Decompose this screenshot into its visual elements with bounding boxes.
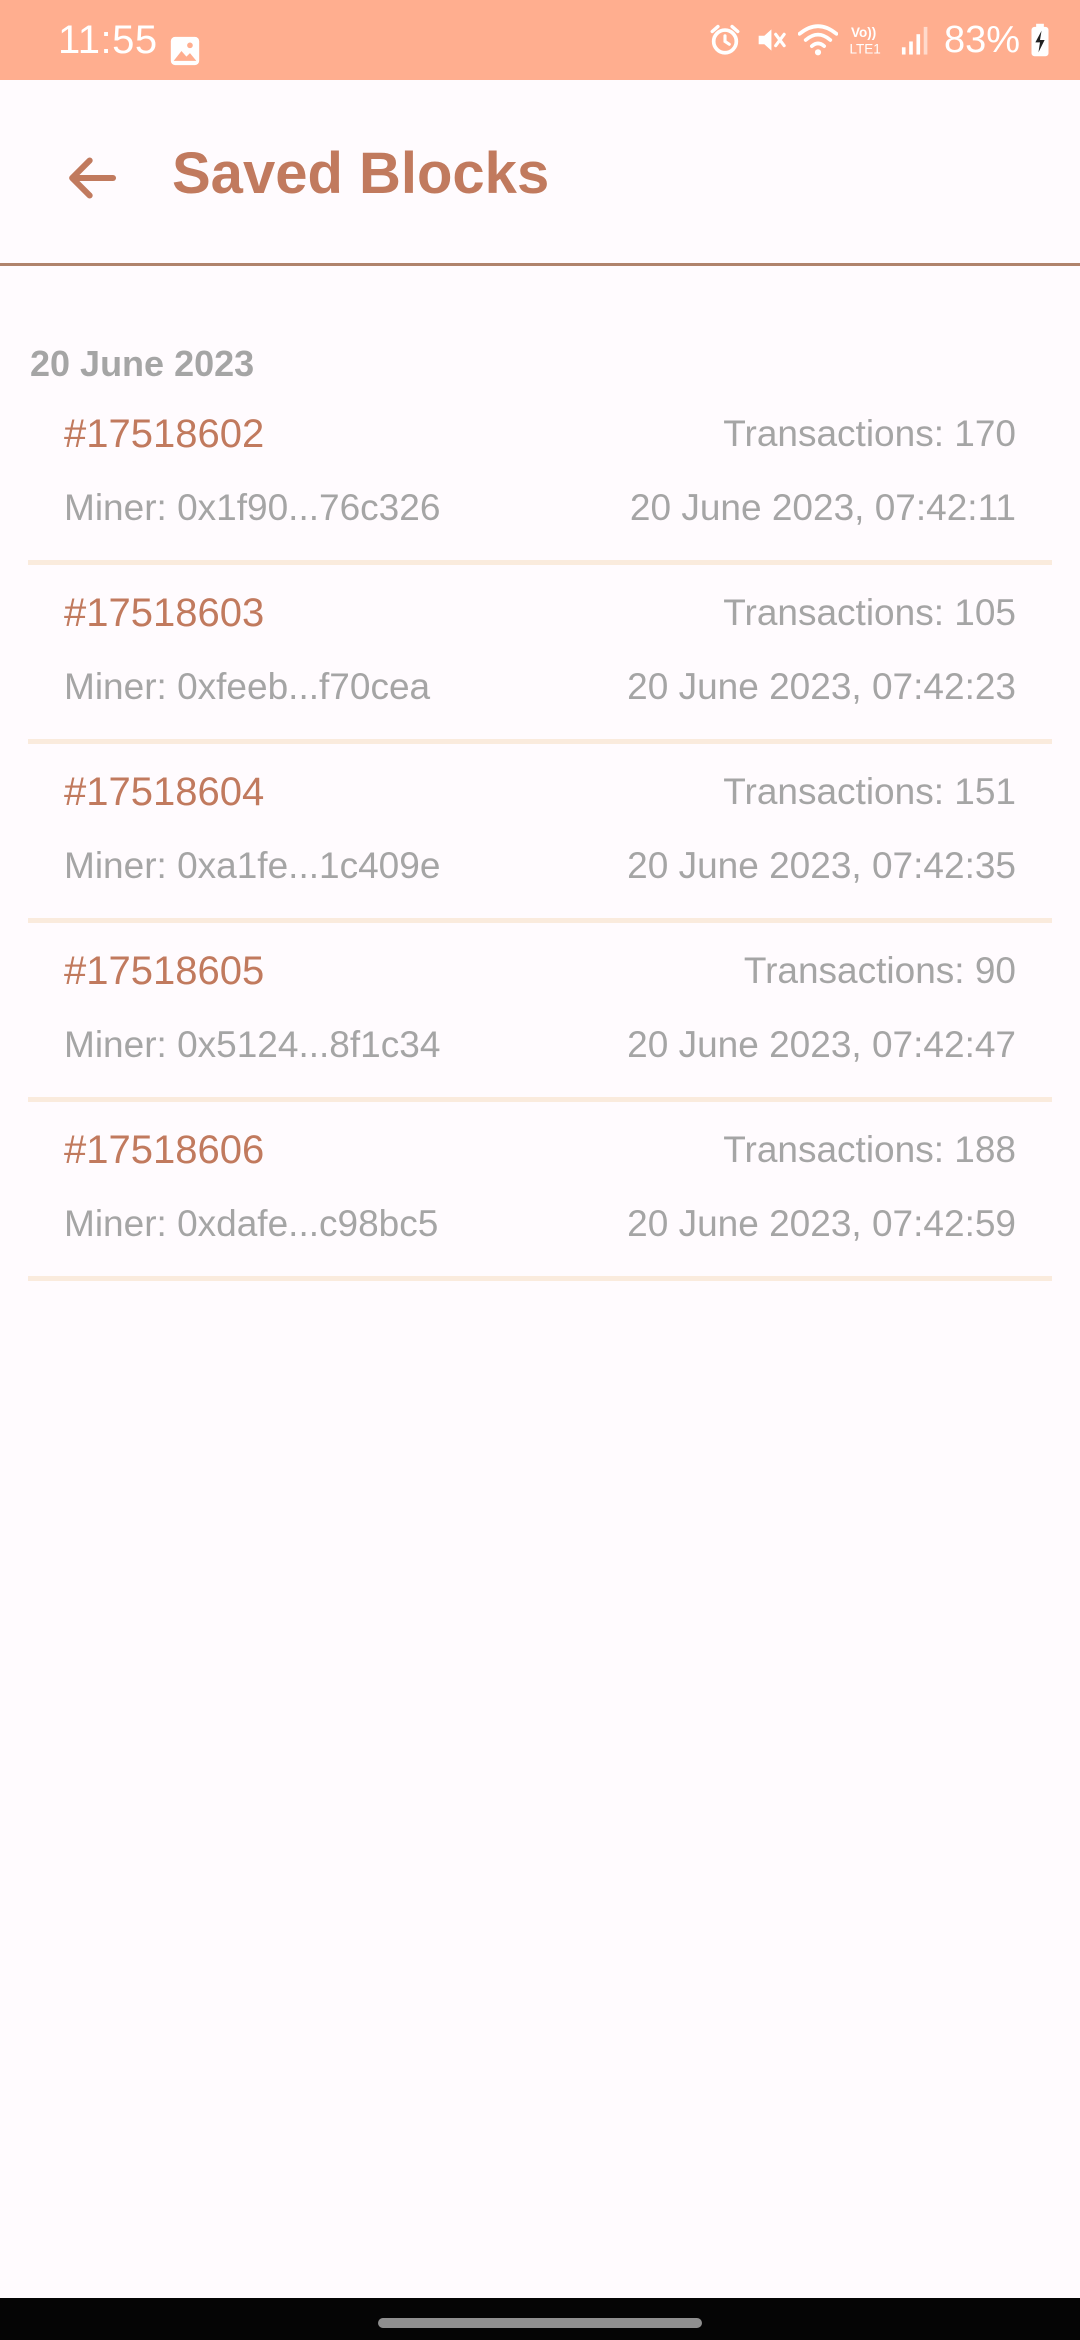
block-item[interactable]: #17518604 Transactions: 151 Miner: 0xa1f… <box>28 744 1052 923</box>
block-number: #17518606 <box>64 1128 265 1172</box>
block-timestamp: 20 June 2023, 07:42:23 <box>627 666 1016 707</box>
block-transactions: Transactions: 170 <box>723 413 1016 454</box>
block-timestamp: 20 June 2023, 07:42:11 <box>629 487 1016 528</box>
divider <box>28 1276 1052 1281</box>
svg-text:Vo)): Vo)) <box>851 25 876 40</box>
block-miner: Miner: 0x1f90...76c326 <box>64 487 441 528</box>
block-transactions: Transactions: 90 <box>743 950 1016 991</box>
block-number: #17518603 <box>64 591 265 635</box>
battery-percent: 83% <box>943 19 1020 61</box>
block-miner: Miner: 0xa1fe...1c409e <box>64 845 441 886</box>
system-nav-bar <box>0 2298 1080 2340</box>
wifi-icon <box>797 24 838 56</box>
status-icons: Vo)) LTE1 83% <box>708 14 1050 66</box>
block-miner: Miner: 0x5124...8f1c34 <box>64 1024 441 1065</box>
block-timestamp: 20 June 2023, 07:42:47 <box>627 1024 1016 1065</box>
status-bar: 11:55 Vo)) LTE1 83% <box>0 0 1080 80</box>
battery-charging-icon <box>1031 23 1049 57</box>
volte-icon: Vo)) LTE1 <box>849 25 880 57</box>
arrow-left-icon <box>69 157 117 199</box>
block-transactions: Transactions: 105 <box>723 592 1016 633</box>
svg-text:LTE1: LTE1 <box>849 42 880 57</box>
block-number: #17518605 <box>64 949 265 993</box>
block-transactions: Transactions: 188 <box>723 1129 1016 1170</box>
block-timestamp: 20 June 2023, 07:42:35 <box>627 845 1016 886</box>
block-timestamp: 20 June 2023, 07:42:59 <box>627 1203 1016 1244</box>
date-header: 20 June 2023 <box>30 343 255 384</box>
block-transactions: Transactions: 151 <box>723 771 1016 812</box>
app-bar: Saved Blocks <box>0 80 1080 266</box>
status-time: 11:55 <box>58 18 158 62</box>
block-item[interactable]: #17518605 Transactions: 90 Miner: 0x5124… <box>28 923 1052 1102</box>
block-number: #17518604 <box>64 770 265 814</box>
block-item[interactable]: #17518602 Transactions: 170 Miner: 0x1f9… <box>28 386 1052 565</box>
block-miner: Miner: 0xfeeb...f70cea <box>64 666 431 707</box>
home-gesture-handle[interactable] <box>378 2318 702 2328</box>
alarm-icon <box>710 24 740 55</box>
mute-icon <box>758 29 786 51</box>
page-title: Saved Blocks <box>172 141 550 206</box>
block-item[interactable]: #17518606 Transactions: 188 Miner: 0xdaf… <box>28 1102 1052 1281</box>
block-item[interactable]: #17518603 Transactions: 105 Miner: 0xfee… <box>28 565 1052 744</box>
block-number: #17518602 <box>64 412 265 456</box>
back-button[interactable] <box>42 128 142 228</box>
image-icon <box>170 36 200 66</box>
signal-icon <box>901 26 928 55</box>
block-miner: Miner: 0xdafe...c98bc5 <box>64 1203 439 1244</box>
blocks-container: #17518602 Transactions: 170 Miner: 0x1f9… <box>28 386 1052 1281</box>
